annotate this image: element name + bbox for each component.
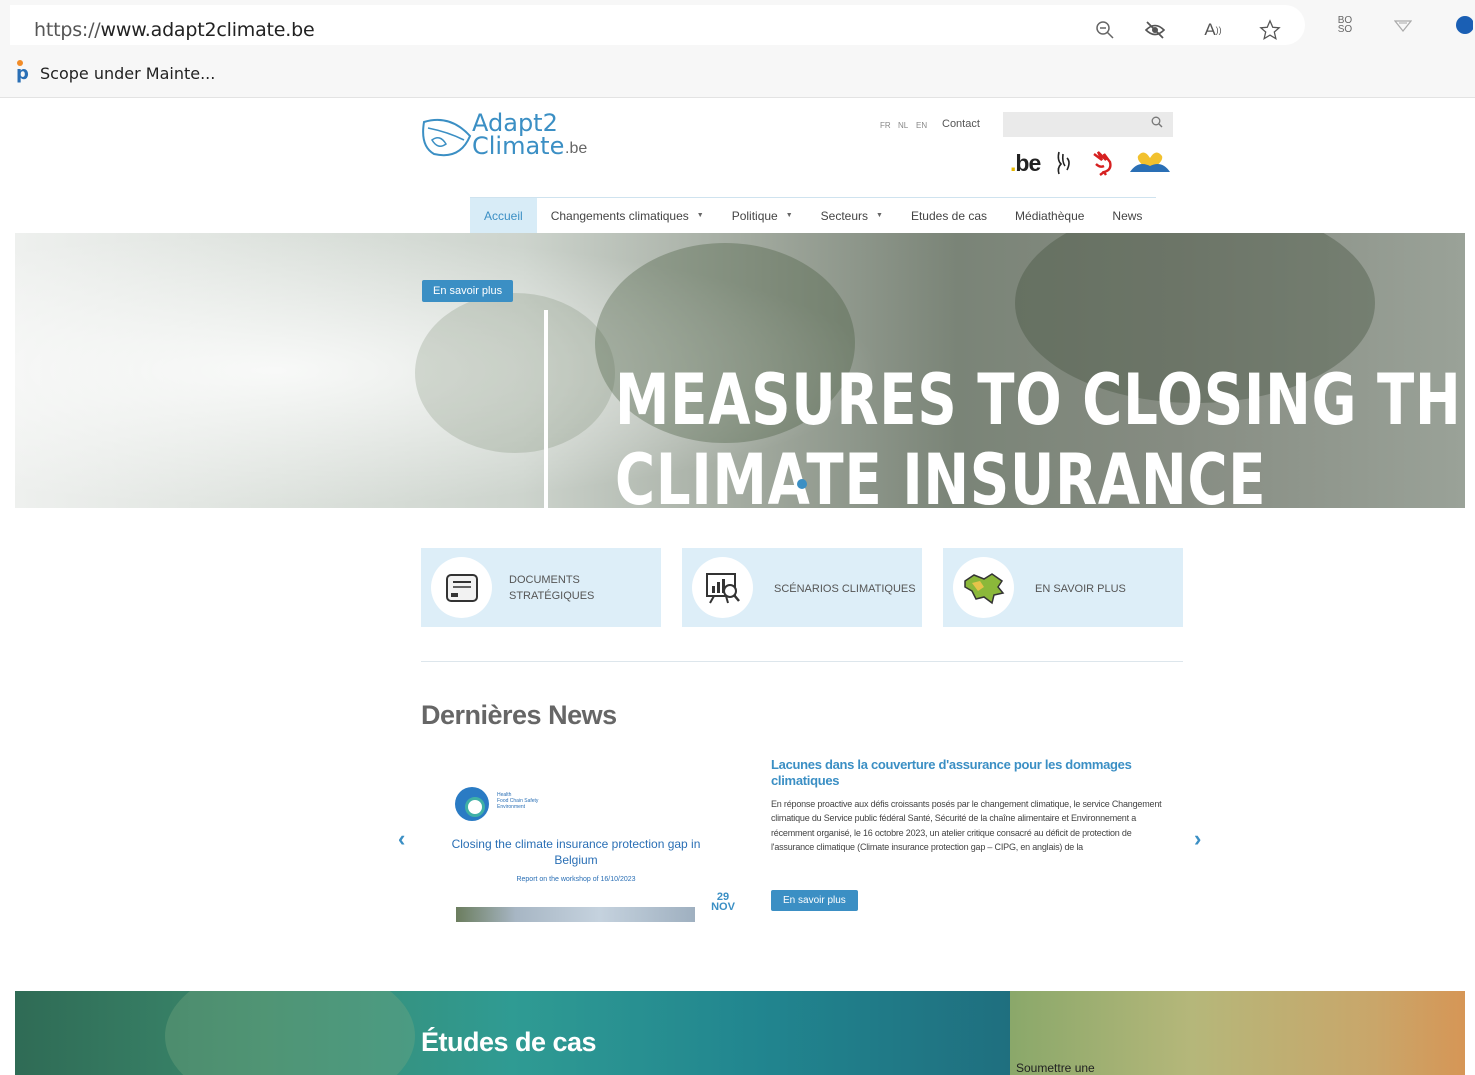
news-heading: Dernières News bbox=[421, 700, 617, 730]
brussels-heart-icon[interactable] bbox=[1128, 150, 1172, 182]
nav-etudes-de-cas[interactable]: Etudes de cas bbox=[897, 198, 1001, 233]
case-studies-title: Études de cas bbox=[421, 1027, 597, 1057]
thumb-subtitle: Report on the workshop of 16/10/2023 bbox=[516, 876, 636, 883]
thumb-org: Health Food Chain Safety Environment bbox=[497, 792, 539, 810]
hero-title: MEASURES TO CLOSING THE CLIMATE INSURANC… bbox=[615, 360, 1465, 508]
flanders-lion-icon[interactable] bbox=[1053, 150, 1077, 182]
site-logo[interactable]: Adapt2 Climate .be bbox=[420, 111, 610, 172]
chevron-right-icon[interactable]: › bbox=[1194, 826, 1201, 852]
logo-text: Adapt2 Climate bbox=[472, 111, 565, 160]
nav-accueil[interactable]: Accueil bbox=[470, 198, 537, 233]
card-icon-circle bbox=[431, 557, 492, 618]
card-label: EN SAVOIR PLUS bbox=[1035, 583, 1126, 595]
nav-label: Accueil bbox=[484, 208, 523, 223]
nav-mediatheque[interactable]: Médiathèque bbox=[1001, 198, 1098, 233]
extension-icon[interactable] bbox=[1388, 10, 1418, 40]
logo-suffix: .be bbox=[565, 140, 588, 157]
lang-nl[interactable]: NL bbox=[898, 121, 908, 130]
hero-title-line2: CLIMATE INSURANCE bbox=[615, 439, 1267, 508]
main-nav: Accueil Changements climatiques ▼ Politiq… bbox=[470, 197, 1157, 233]
contact-link[interactable]: Contact bbox=[942, 118, 980, 130]
hero-divider-line bbox=[544, 310, 548, 508]
hero-slider[interactable]: En savoir plus MEASURES TO CLOSING THE C… bbox=[15, 233, 1465, 508]
url-field[interactable]: https://www.adapt2climate.be A)) bbox=[10, 5, 1305, 45]
card-icon-circle bbox=[692, 557, 753, 618]
search-input[interactable] bbox=[1003, 112, 1173, 137]
nav-label: News bbox=[1112, 208, 1143, 223]
nav-changements-climatiques[interactable]: Changements climatiques ▼ bbox=[537, 198, 718, 233]
nav-label: Médiathèque bbox=[1015, 208, 1085, 223]
nav-secteurs[interactable]: Secteurs ▼ bbox=[807, 198, 897, 233]
caret-down-icon: ▼ bbox=[785, 212, 793, 219]
bookmark-favicon-icon: p bbox=[16, 60, 34, 84]
lang-fr[interactable]: FR bbox=[880, 121, 891, 130]
leaf-logo-icon bbox=[422, 118, 472, 157]
wallonia-rooster-icon[interactable] bbox=[1090, 150, 1116, 182]
nav-politique[interactable]: Politique ▼ bbox=[718, 198, 807, 233]
news-date-month: NOV bbox=[711, 901, 735, 913]
slider-dot[interactable] bbox=[797, 479, 807, 489]
caret-down-icon: ▼ bbox=[876, 212, 883, 219]
search-icon[interactable] bbox=[1151, 116, 1163, 131]
url-prefix: https:// bbox=[34, 19, 101, 41]
news-excerpt: En réponse proactive aux défis croissant… bbox=[771, 799, 1162, 852]
gov-be-text: be bbox=[1015, 150, 1041, 176]
thumb-image-strip bbox=[456, 907, 695, 922]
bookmark-scope[interactable]: p Scope under Mainte... bbox=[16, 60, 216, 84]
chart-presentation-icon bbox=[705, 572, 740, 603]
hero-learn-more-button[interactable]: En savoir plus bbox=[422, 280, 514, 302]
browser-address-bar: https://www.adapt2climate.be A)) BO SO bbox=[0, 0, 1475, 50]
read-aloud-icon[interactable]: A)) bbox=[1198, 15, 1228, 45]
tracking-prevention-icon[interactable] bbox=[1140, 15, 1170, 45]
belgium-map-icon bbox=[963, 572, 1004, 604]
case-studies-banner[interactable]: Études de cas bbox=[15, 991, 1010, 1075]
submit-label: Soumettre une bbox=[1016, 1061, 1095, 1075]
card-icon-circle bbox=[953, 557, 1014, 618]
section-divider bbox=[421, 661, 1183, 662]
profile-icon[interactable] bbox=[1448, 10, 1475, 40]
favorite-star-icon[interactable] bbox=[1255, 15, 1285, 45]
bo-extension-icon[interactable]: BO SO bbox=[1330, 10, 1360, 40]
nav-label: Changements climatiques bbox=[550, 208, 689, 223]
bookmarks-bar: p Scope under Mainte... bbox=[0, 50, 1475, 98]
card-label-line1: DOCUMENTS bbox=[509, 574, 580, 586]
card-label: SCÉNARIOS CLIMATIQUES bbox=[774, 583, 916, 595]
card-label-line2: STRATÉGIQUES bbox=[509, 590, 595, 602]
document-icon bbox=[445, 573, 478, 602]
card-en-savoir-plus[interactable]: EN SAVOIR PLUS bbox=[943, 548, 1183, 627]
news-date: 29 NOV bbox=[708, 892, 738, 913]
bookmark-label: Scope under Mainte... bbox=[40, 64, 216, 83]
health-ministry-logo-icon bbox=[455, 787, 489, 821]
news-title[interactable]: Lacunes dans la couverture d'assurance p… bbox=[771, 757, 1161, 789]
submit-banner[interactable]: Soumettre une bbox=[1010, 991, 1465, 1075]
news-thumbnail[interactable]: Health Food Chain Safety Environment Clo… bbox=[440, 772, 712, 922]
hero-tree bbox=[415, 293, 615, 453]
nav-label: Politique bbox=[731, 208, 778, 223]
nav-label: Etudes de cas bbox=[910, 208, 988, 223]
news-learn-more-button[interactable]: En savoir plus bbox=[771, 890, 858, 911]
lang-en[interactable]: EN bbox=[916, 121, 927, 130]
thumb-title: Closing the climate insurance protection… bbox=[451, 837, 701, 867]
hero-title-line1: MEASURES TO CLOSING THE bbox=[615, 359, 1465, 441]
belgium-gov-logo[interactable]: .be bbox=[1010, 150, 1041, 177]
chevron-left-icon[interactable]: ‹ bbox=[398, 826, 405, 852]
card-scenarios-climatiques[interactable]: SCÉNARIOS CLIMATIQUES bbox=[682, 548, 922, 627]
nav-label: Secteurs bbox=[820, 208, 869, 223]
url-text[interactable]: https://www.adapt2climate.be bbox=[34, 19, 315, 41]
zoom-out-icon[interactable] bbox=[1090, 15, 1120, 45]
url-domain: www.adapt2climate.be bbox=[100, 19, 315, 41]
logo-line2: Climate bbox=[472, 132, 565, 160]
nav-news[interactable]: News bbox=[1098, 198, 1156, 233]
card-documents-strategiques[interactable]: DOCUMENTS STRATÉGIQUES bbox=[421, 548, 661, 627]
card-label: DOCUMENTS STRATÉGIQUES bbox=[509, 572, 594, 604]
caret-down-icon: ▼ bbox=[696, 212, 704, 219]
